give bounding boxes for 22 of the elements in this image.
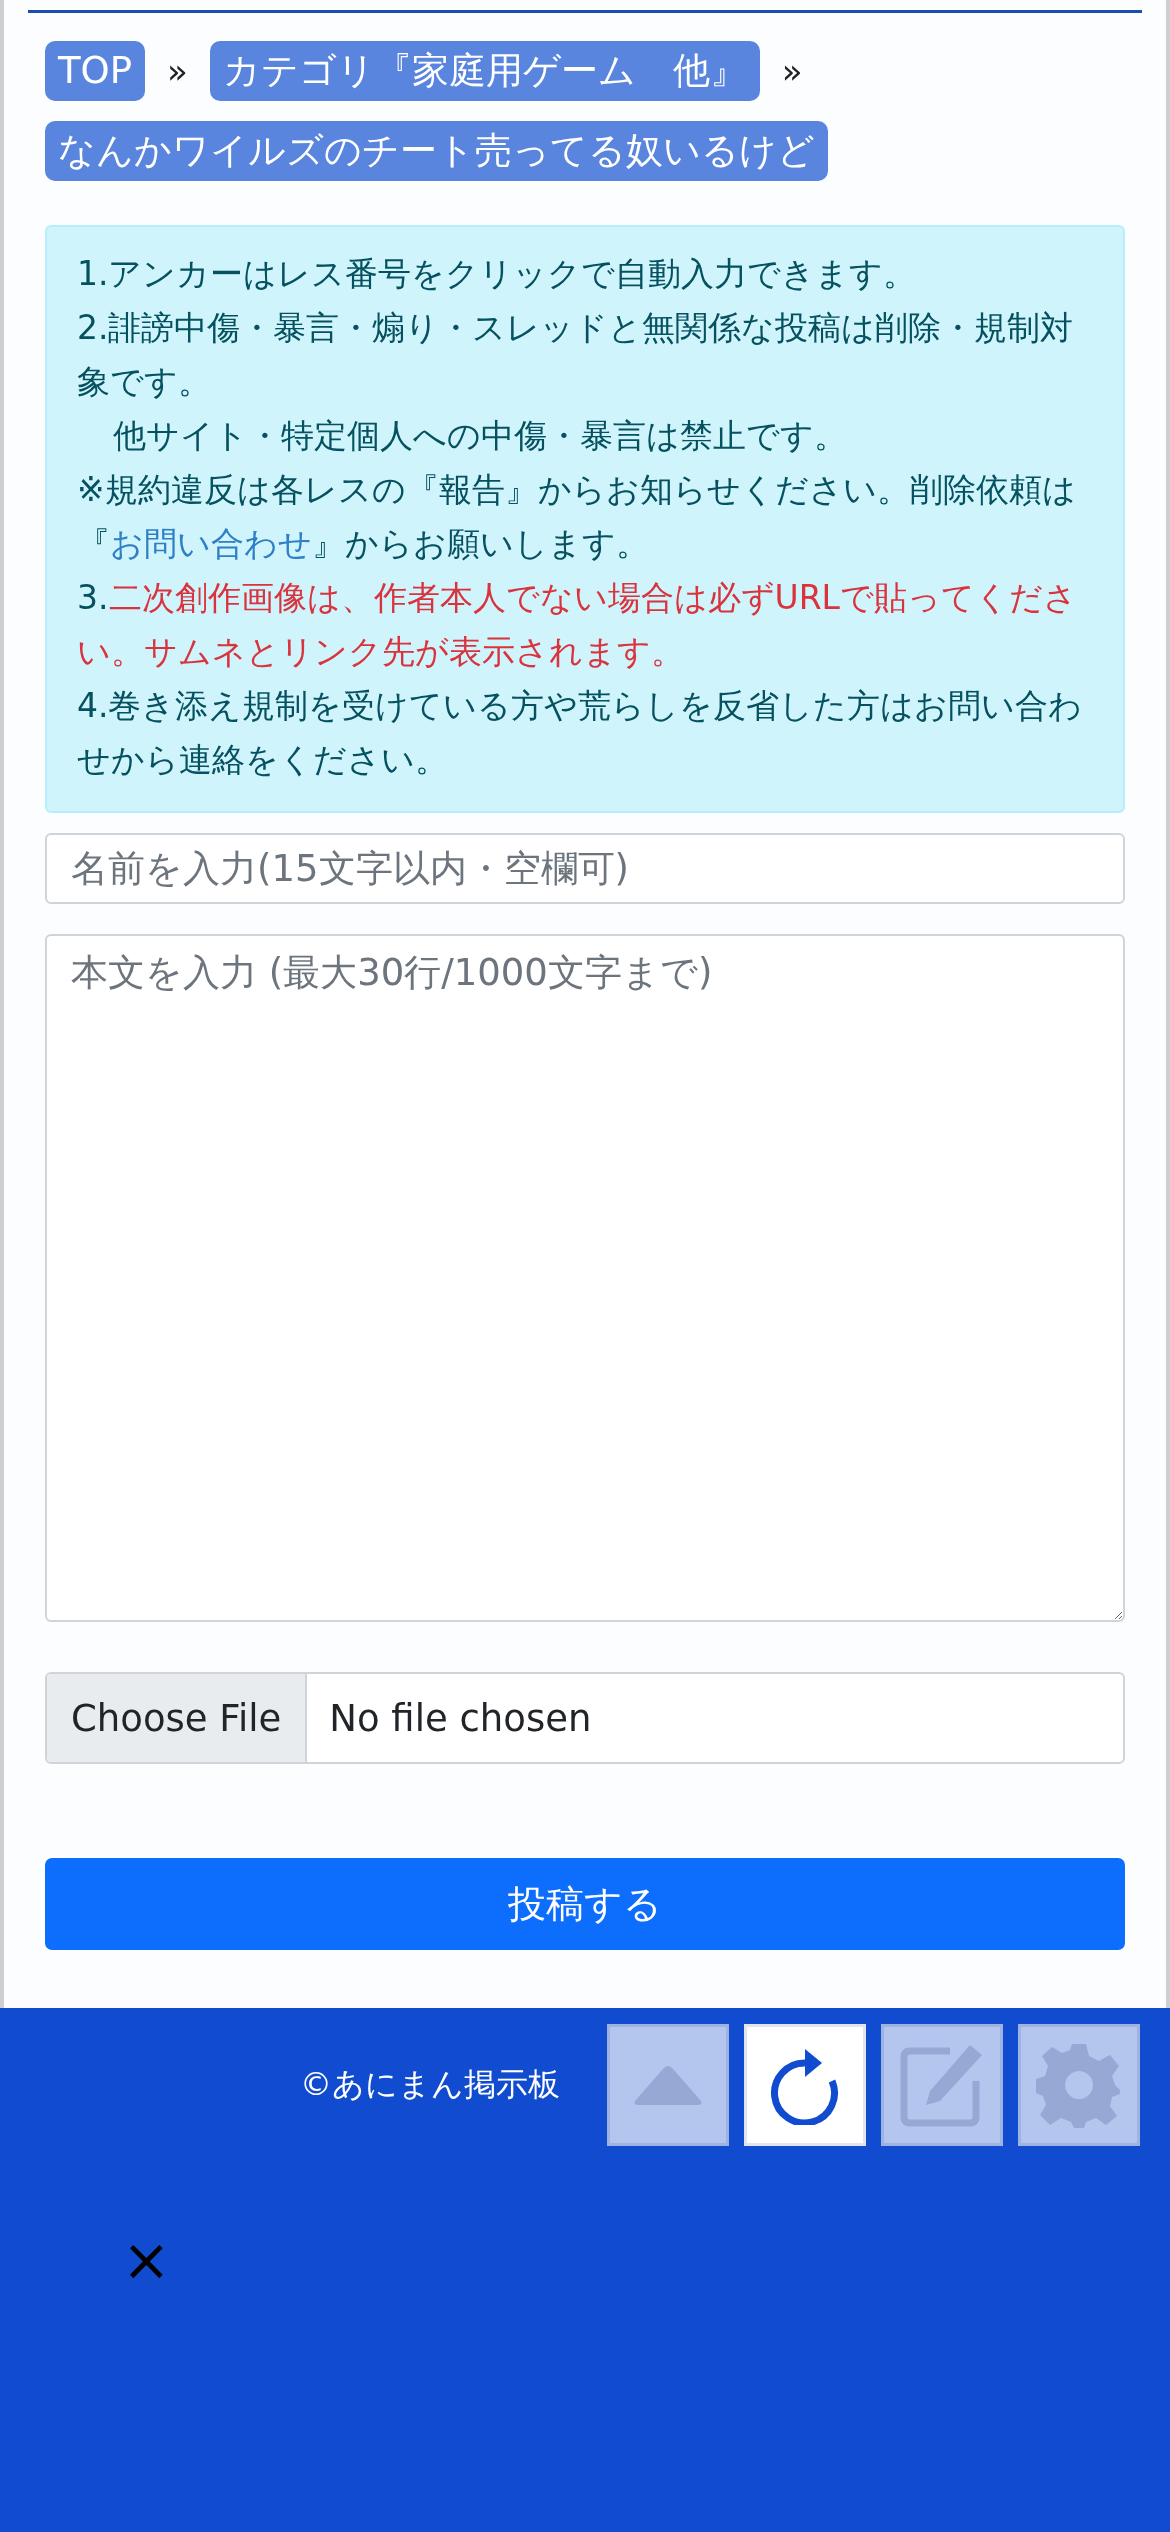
triangle-icon	[633, 2065, 703, 2105]
file-input[interactable]: Choose File No file chosen	[45, 1672, 1125, 1764]
body-field[interactable]: 本文を入力 (最大30行/1000文字まで)	[45, 934, 1125, 1622]
copyright-text: ©あにまん掲示板	[300, 2064, 560, 2105]
notice-text: ※規約違反は各レスの『報告』からお知らせください。削除依頼は『お問い合わせ』からお願いします。	[77, 469, 1077, 565]
name-field[interactable]: 名前を入力(15文字以内・空欄可)	[45, 833, 1125, 904]
notice-text: 他サイト・特定個人への中傷・暴言は禁止です。	[112, 415, 848, 457]
close-button[interactable]: ×	[122, 2230, 171, 2290]
settings-icon	[1036, 2042, 1122, 2128]
notice-text: 3.二次創作画像は、作者本人でない場合は必ずURLで貼ってください。サムネとリンク先が表示されます。	[77, 577, 1078, 673]
submit-button[interactable]: 投稿する	[45, 1858, 1125, 1950]
breadcrumb-separator: »	[167, 51, 188, 91]
breadcrumb-link[interactable]: カテゴリ『家庭用ゲーム 他』	[209, 41, 760, 101]
notice-text: 2.誹謗中傷・暴言・煽り・スレッドと無関係な投稿は削除・規制対象です。	[77, 307, 1075, 403]
refresh-button[interactable]	[744, 2024, 866, 2146]
breadcrumb-separator: »	[781, 51, 803, 91]
notice-text: 1.アンカーはレス番号をクリックで自動入力できます。	[77, 253, 918, 295]
contact-link[interactable]: お問い合わせ	[110, 524, 312, 563]
edit-icon	[900, 2043, 984, 2127]
breadcrumb-link[interactable]: TOP	[45, 41, 146, 101]
notice-text: 4.巻き添え規制を受けている方や荒らしを反省した方はお問い合わせから連絡をください。	[77, 685, 1084, 781]
breadcrumb-link[interactable]: なんかワイルズのチート売ってる奴いるけど	[45, 121, 828, 181]
